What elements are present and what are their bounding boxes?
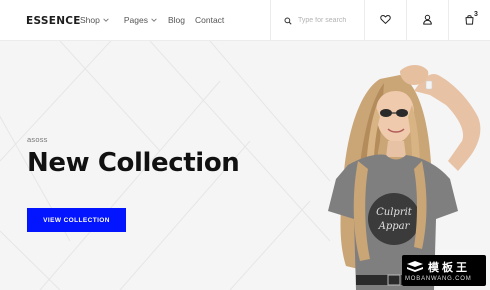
wishlist-button[interactable] [364,0,406,41]
nav-item-label: Blog [167,15,185,25]
nav-item-blog[interactable]: Blog [168,15,185,25]
user-icon [422,12,433,30]
main-nav: Shop Pages Blog Contact [80,15,234,25]
site-logo[interactable]: ESSENCE [26,15,81,27]
watermark-text-cn: 模板王 [428,261,470,274]
watermark-logo-icon [407,261,423,272]
search-input[interactable] [298,17,362,24]
cart-count-badge: 3 [474,11,478,18]
nav-item-label: Pages [123,15,148,25]
account-button[interactable] [406,0,448,41]
nav-item-label: Shop [80,15,100,25]
hero-banner: asoss New Collection VIEW COLLECTION Cul… [0,41,490,290]
site-header: ESSENCE Shop Pages Blog Contact Type for… [0,0,490,41]
nav-item-label: Contact [194,15,225,25]
hero-brand-label: asoss [27,135,48,144]
svg-text:Appar: Appar [378,221,411,232]
search-bar[interactable] [270,0,364,41]
search-icon[interactable] [284,12,292,30]
nav-item-contact[interactable]: Contact [195,15,224,25]
heart-icon [379,12,391,30]
chevron-down-icon [150,16,158,24]
cart-icon [464,12,475,30]
view-collection-button[interactable]: VIEW COLLECTION [27,208,126,232]
nav-item-shop[interactable]: Shop [80,15,110,25]
chevron-down-icon [102,16,110,24]
hero-title: New Collection [27,148,240,178]
nav-item-pages[interactable]: Pages [124,15,158,25]
watermark-badge: 模板王 MOBANWANG.COM [402,255,486,286]
watermark-text-en: MOBANWANG.COM [405,276,472,282]
cart-button[interactable]: 3 [448,0,490,41]
svg-text:Culprit: Culprit [376,207,413,218]
